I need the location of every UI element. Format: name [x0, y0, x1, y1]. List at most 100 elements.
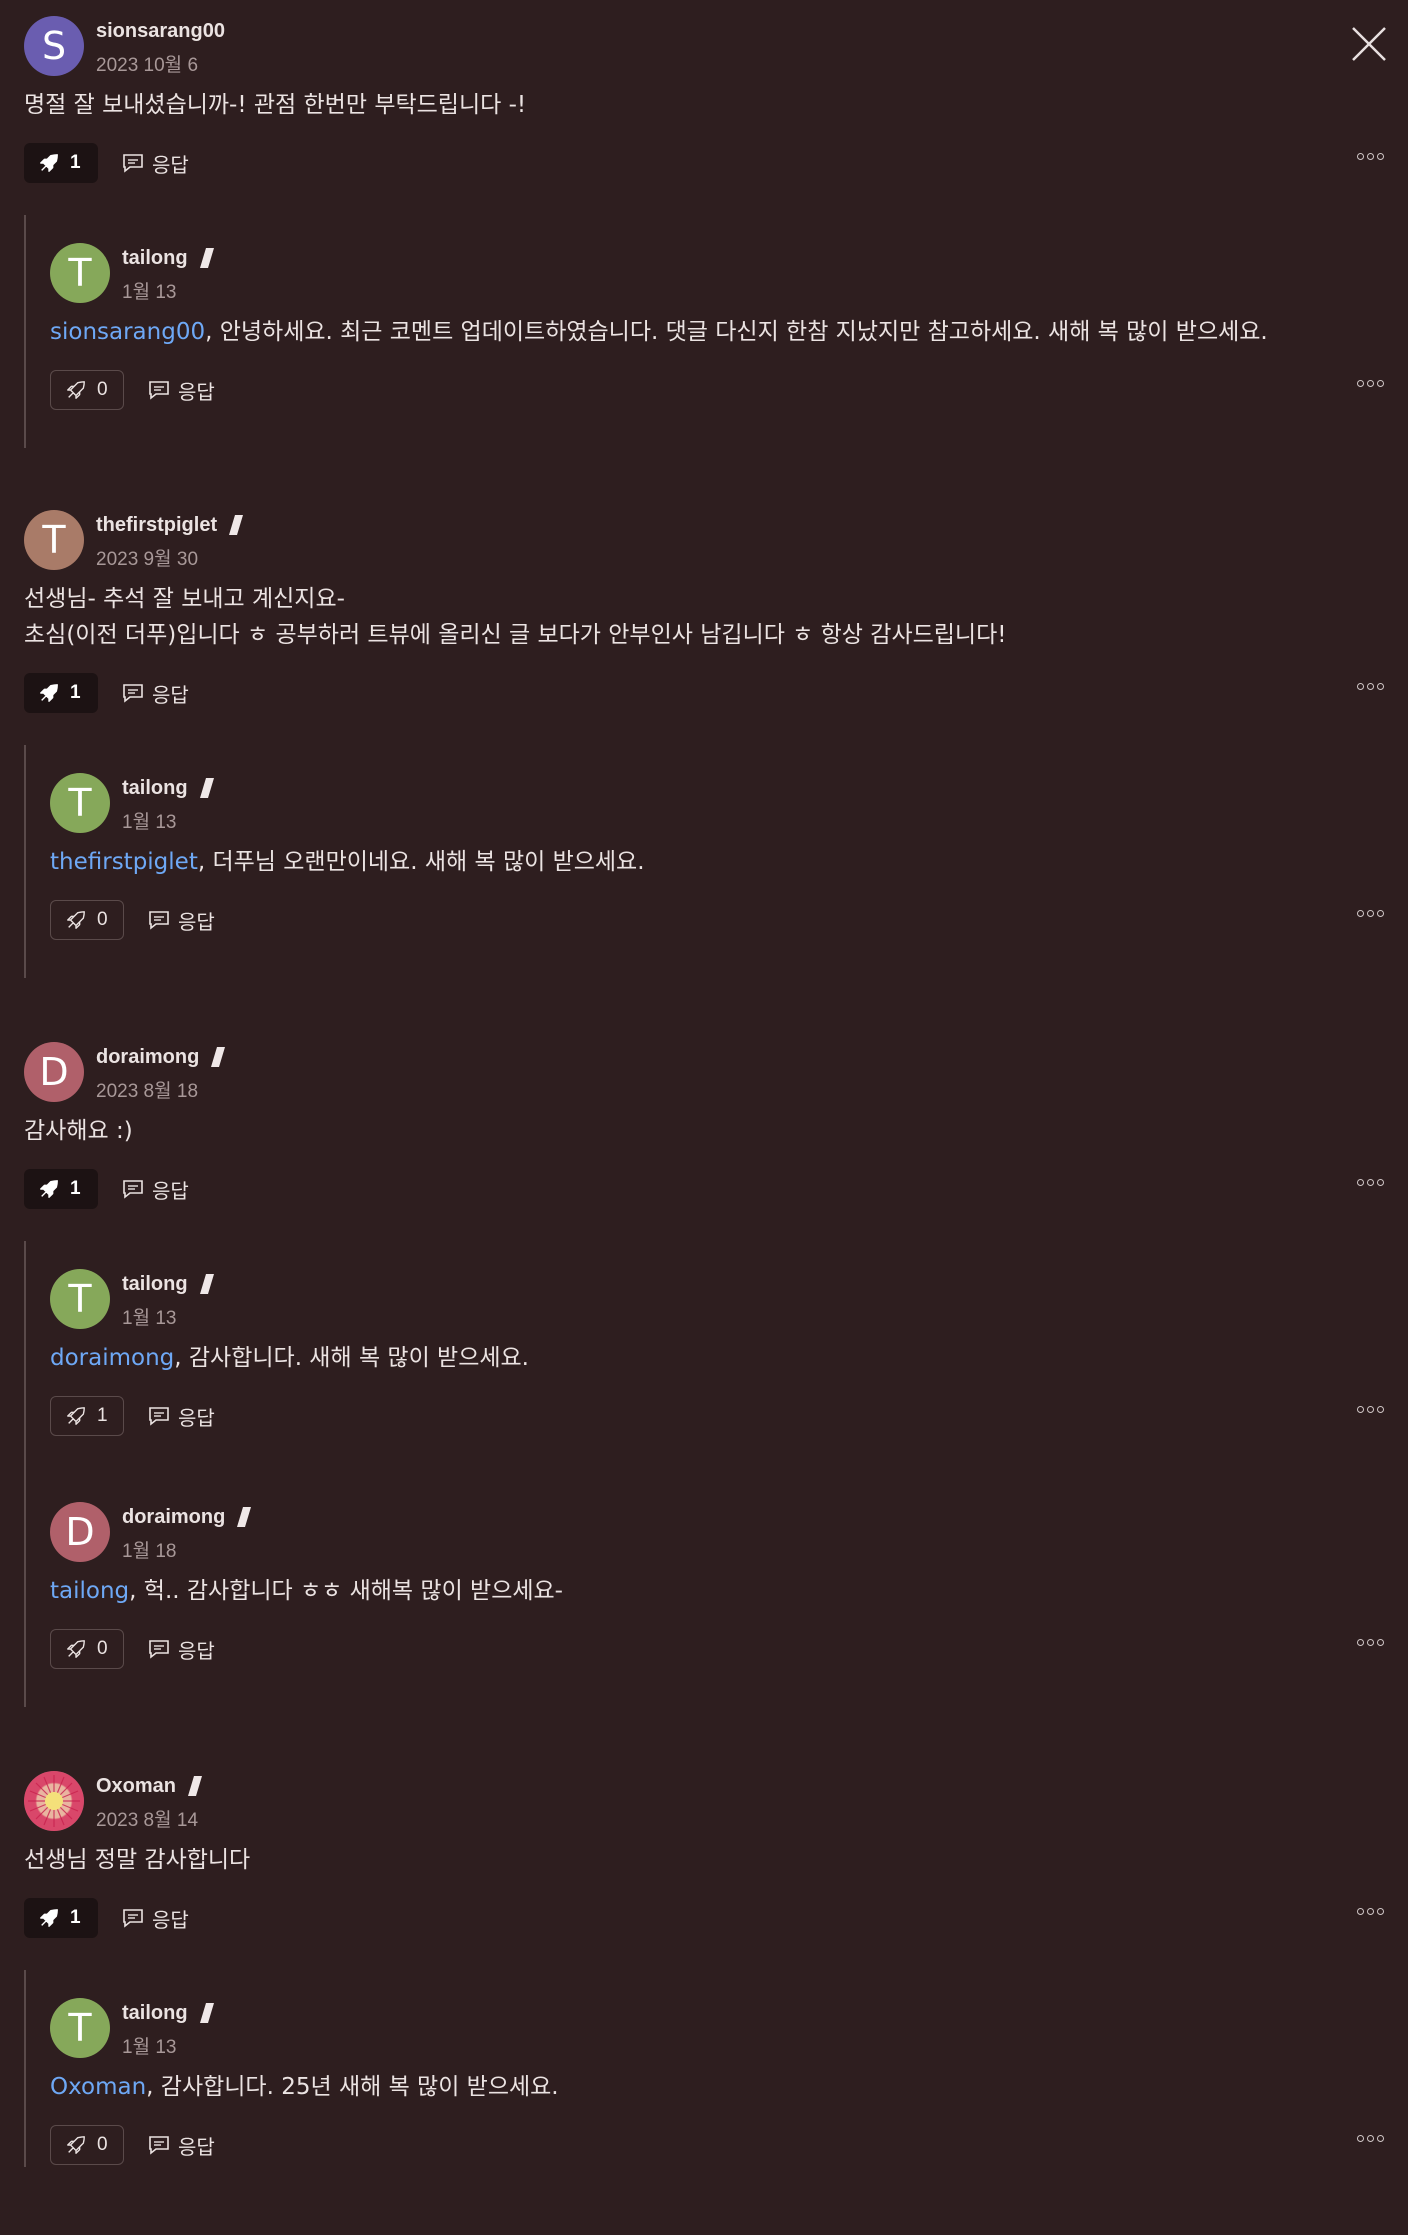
avatar[interactable] — [24, 1771, 84, 1831]
reply-text: thefirstpiglet, 더푸님 오랜만이네요. 새해 복 많이 받으세요… — [50, 849, 645, 875]
comment-text: 감사해요 :) — [24, 1118, 133, 1144]
rocket-icon — [40, 1180, 58, 1198]
comment: Oxoman 2023 8월 14 선생님 정말 감사합니다 1 응답 — [24, 1771, 1384, 1940]
more-options-button[interactable] — [1357, 910, 1384, 917]
like-button[interactable]: 1 — [24, 673, 98, 713]
like-count: 0 — [97, 909, 108, 930]
comment-text: 선생님 정말 감사합니다 — [24, 1847, 251, 1873]
comment-icon — [123, 154, 143, 173]
more-options-button[interactable] — [1357, 1639, 1384, 1646]
replies: T tailong 1월 13 thefirstpiglet, 더푸님 오랜만이… — [24, 745, 1384, 978]
comments-panel: S sionsarang00 2023 10월 6 명절 잘 보내셨습니까-! … — [0, 0, 1408, 2235]
author-badge-icon — [199, 1274, 214, 1294]
avatar[interactable]: D — [50, 1502, 110, 1562]
reply-button[interactable]: 응답 — [148, 1635, 215, 1664]
like-button[interactable]: 0 — [50, 370, 124, 410]
comment: S sionsarang00 2023 10월 6 명절 잘 보내셨습니까-! … — [24, 16, 1384, 185]
reply-author[interactable]: tailong — [122, 247, 188, 270]
comment-author[interactable]: sionsarang00 — [96, 20, 225, 43]
avatar[interactable]: T — [50, 1998, 110, 2058]
reply-author[interactable]: tailong — [122, 2002, 188, 2025]
rocket-icon — [40, 684, 58, 702]
reply-label: 응답 — [178, 2134, 215, 2159]
reply-label: 응답 — [178, 1405, 215, 1430]
author-badge-icon — [199, 248, 214, 268]
reply-date: 1월 13 — [122, 1308, 177, 1329]
reply: T tailong 1월 13 doraimong, 감사합니다. 새해 복 많… — [50, 1241, 1384, 1438]
like-button[interactable]: 1 — [50, 1396, 124, 1436]
comment-author[interactable]: doraimong — [96, 1046, 199, 1069]
reply-button[interactable]: 응답 — [122, 149, 189, 178]
mention-link[interactable]: tailong — [50, 1578, 129, 1604]
reply-button[interactable]: 응답 — [122, 1904, 189, 1933]
like-button[interactable]: 0 — [50, 900, 124, 940]
reply-author[interactable]: doraimong — [122, 1506, 225, 1529]
comment-author[interactable]: thefirstpiglet — [96, 514, 217, 537]
comment-date: 2023 8월 14 — [96, 1810, 199, 1831]
avatar[interactable]: S — [24, 16, 84, 76]
avatar[interactable]: T — [24, 510, 84, 570]
comment-icon — [123, 1180, 143, 1199]
more-options-button[interactable] — [1357, 2135, 1384, 2142]
reply-author[interactable]: tailong — [122, 1273, 188, 1296]
replies: T tailong 1월 13 doraimong, 감사합니다. 새해 복 많… — [24, 1241, 1384, 1707]
like-button[interactable]: 0 — [50, 1629, 124, 1669]
comment-text: 선생님- 추석 잘 보내고 계신지요- 초심(이전 더푸)입니다 ㅎ 공부하러 … — [24, 586, 1007, 648]
more-options-button[interactable] — [1357, 1179, 1384, 1186]
reply-date: 1월 13 — [122, 812, 177, 833]
comment-date: 2023 9월 30 — [96, 549, 199, 570]
mention-link[interactable]: sionsarang00 — [50, 319, 205, 345]
reply-label: 응답 — [178, 379, 215, 404]
reply-label: 응답 — [152, 1178, 189, 1203]
replies: T tailong 1월 13 sionsarang00, 안녕하세요. 최근 … — [24, 215, 1384, 448]
like-count: 1 — [70, 1178, 81, 1199]
avatar[interactable]: D — [24, 1042, 84, 1102]
reply-button[interactable]: 응답 — [148, 1402, 215, 1431]
comment-icon — [149, 2136, 169, 2155]
reply-button[interactable]: 응답 — [122, 679, 189, 708]
like-button[interactable]: 1 — [24, 1169, 98, 1209]
reply-button[interactable]: 응답 — [148, 906, 215, 935]
reply: D doraimong 1월 18 tailong, 헉.. 감사합니다 ㅎㅎ … — [50, 1438, 1384, 1707]
avatar[interactable]: T — [50, 773, 110, 833]
comment-icon — [149, 1640, 169, 1659]
author-badge-icon — [188, 1776, 203, 1796]
reply-text: doraimong, 감사합니다. 새해 복 많이 받으세요. — [50, 1345, 529, 1371]
reply-button[interactable]: 응답 — [122, 1175, 189, 1204]
rocket-icon — [67, 911, 85, 929]
rocket-icon — [67, 1640, 85, 1658]
comment-thread: T thefirstpiglet 2023 9월 30 선생님- 추석 잘 보내… — [24, 510, 1384, 978]
avatar[interactable]: T — [50, 1269, 110, 1329]
more-options-button[interactable] — [1357, 1406, 1384, 1413]
comment-icon — [149, 1407, 169, 1426]
reply-label: 응답 — [178, 1638, 215, 1663]
reply-date: 1월 18 — [122, 1541, 177, 1562]
avatar[interactable]: T — [50, 243, 110, 303]
like-button[interactable]: 0 — [50, 2125, 124, 2165]
comment-icon — [123, 684, 143, 703]
comment-icon — [149, 911, 169, 930]
more-options-button[interactable] — [1357, 1908, 1384, 1915]
like-count: 0 — [97, 379, 108, 400]
like-button[interactable]: 1 — [24, 1898, 98, 1938]
like-count: 1 — [70, 682, 81, 703]
reply-button[interactable]: 응답 — [148, 2131, 215, 2160]
comment-author[interactable]: Oxoman — [96, 1775, 176, 1798]
like-count: 0 — [97, 1638, 108, 1659]
comment-date: 2023 8월 18 — [96, 1081, 199, 1102]
reply-button[interactable]: 응답 — [148, 376, 215, 405]
mention-link[interactable]: thefirstpiglet — [50, 849, 198, 875]
reply-author[interactable]: tailong — [122, 777, 188, 800]
mention-link[interactable]: Oxoman — [50, 2074, 146, 2100]
comment-icon — [123, 1909, 143, 1928]
mention-link[interactable]: doraimong — [50, 1345, 174, 1371]
more-options-button[interactable] — [1357, 380, 1384, 387]
author-badge-icon — [199, 2003, 214, 2023]
reply: T tailong 1월 13 Oxoman, 감사합니다. 25년 새해 복 … — [50, 1970, 1384, 2167]
like-button[interactable]: 1 — [24, 143, 98, 183]
rocket-icon — [67, 381, 85, 399]
more-options-button[interactable] — [1357, 153, 1384, 160]
reply-date: 1월 13 — [122, 282, 177, 303]
reply-label: 응답 — [152, 152, 189, 177]
more-options-button[interactable] — [1357, 683, 1384, 690]
